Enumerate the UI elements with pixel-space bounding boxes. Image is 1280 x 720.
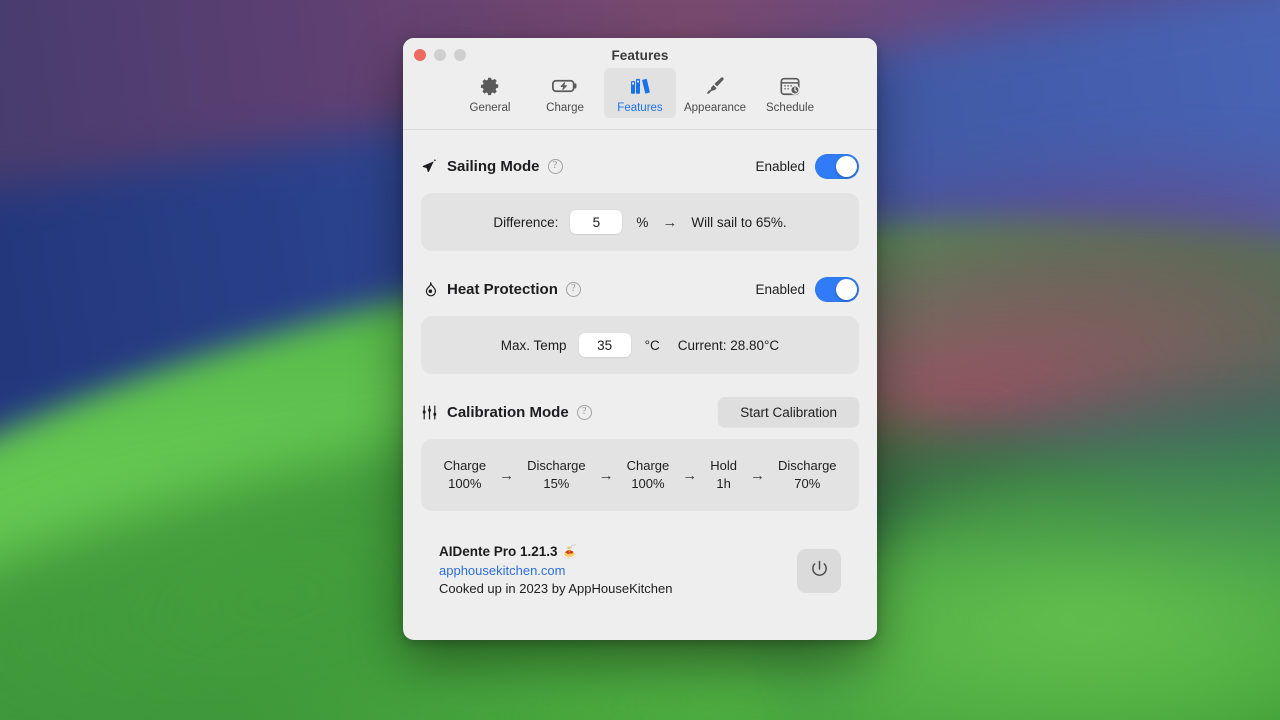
- heat-protection-panel: Max. Temp °C Current: 28.80°C: [421, 316, 859, 374]
- toggle-knob: [836, 156, 857, 177]
- app-version-line: AIDente Pro 1.21.3 🍝: [439, 543, 672, 562]
- wallpaper-green-right: [820, 430, 1280, 720]
- credit-line: Cooked up in 2023 by AppHouseKitchen: [439, 580, 672, 599]
- max-temp-label: Max. Temp: [501, 338, 567, 353]
- app-name-version: AIDente Pro 1.21.3: [439, 544, 558, 559]
- toolbar-divider: [403, 129, 877, 130]
- settings-toolbar: General Charge: [403, 68, 877, 118]
- pasta-emoji-icon: 🍝: [561, 544, 577, 559]
- percent-unit: %: [636, 215, 648, 230]
- arrow-icon: →: [662, 214, 677, 231]
- tab-label: Features: [617, 102, 662, 114]
- sailing-mode-toggle[interactable]: [815, 154, 859, 179]
- step-action: Discharge: [527, 458, 586, 473]
- calibration-step: Hold 1h: [710, 457, 737, 493]
- heat-protection-title: Heat Protection: [447, 281, 558, 298]
- calibration-step: Discharge 15%: [527, 457, 586, 493]
- calibration-mode-title: Calibration Mode: [447, 404, 569, 421]
- website-link[interactable]: apphousekitchen.com: [439, 562, 672, 581]
- about-footer: AIDente Pro 1.21.3 🍝 apphousekitchen.com…: [421, 535, 859, 615]
- help-icon[interactable]: ?: [577, 405, 592, 420]
- sailing-enabled-label: Enabled: [755, 159, 805, 174]
- aldente-settings-window: Features General: [403, 38, 877, 640]
- heat-enabled-label: Enabled: [755, 282, 805, 297]
- current-temp-text: Current: 28.80°C: [678, 338, 779, 353]
- tab-features[interactable]: Features: [604, 68, 676, 118]
- sailing-mode-title: Sailing Mode: [447, 158, 540, 175]
- tab-label: Charge: [546, 102, 584, 114]
- battery-charging-icon: [552, 73, 578, 99]
- step-action: Hold: [710, 458, 737, 473]
- arrow-icon: →: [750, 467, 765, 484]
- calibration-step: Discharge 70%: [778, 457, 837, 493]
- calibration-step: Charge 100%: [443, 457, 486, 493]
- difference-input[interactable]: [570, 210, 622, 234]
- sliders-icon: [421, 404, 443, 421]
- calibration-mode-header: Calibration Mode ? Start Calibration: [421, 398, 859, 426]
- toggle-knob: [836, 279, 857, 300]
- gear-icon: [479, 73, 501, 99]
- window-titlebar: Features General: [403, 38, 877, 130]
- tab-schedule[interactable]: Schedule: [754, 68, 826, 118]
- sailing-mode-controls: Enabled: [755, 154, 859, 179]
- step-value: 100%: [443, 475, 486, 493]
- help-icon[interactable]: ?: [548, 159, 563, 174]
- calendar-clock-icon: [779, 73, 801, 99]
- tab-label: Appearance: [684, 102, 746, 114]
- sailing-result-text: Will sail to 65%.: [691, 215, 786, 230]
- flame-icon: [421, 281, 443, 298]
- heat-protection-toggle[interactable]: [815, 277, 859, 302]
- step-action: Discharge: [778, 458, 837, 473]
- step-value: 70%: [778, 475, 837, 493]
- step-value: 1h: [710, 475, 737, 493]
- tab-appearance[interactable]: Appearance: [679, 68, 751, 118]
- arrow-icon: →: [682, 467, 697, 484]
- window-title: Features: [403, 48, 877, 63]
- arrow-icon: →: [499, 467, 514, 484]
- heat-protection-header: Heat Protection ? Enabled: [421, 275, 859, 303]
- step-action: Charge: [627, 458, 670, 473]
- calibration-steps-panel: Charge 100% → Discharge 15% → Charge 100…: [421, 439, 859, 511]
- quit-button[interactable]: [797, 549, 841, 593]
- step-action: Charge: [443, 458, 486, 473]
- difference-label: Difference:: [493, 215, 558, 230]
- max-temp-input[interactable]: [579, 333, 631, 357]
- calibration-step: Charge 100%: [627, 457, 670, 493]
- sailing-mode-panel: Difference: % → Will sail to 65%.: [421, 193, 859, 251]
- arrow-icon: →: [599, 467, 614, 484]
- paintbrush-icon: [704, 73, 726, 99]
- start-calibration-button[interactable]: Start Calibration: [718, 397, 859, 427]
- sailing-mode-header: Sailing Mode ? Enabled: [421, 152, 859, 180]
- step-value: 15%: [527, 475, 586, 493]
- power-icon: [809, 559, 830, 583]
- calibration-controls: Start Calibration: [718, 397, 859, 427]
- step-value: 100%: [627, 475, 670, 493]
- heat-protection-controls: Enabled: [755, 277, 859, 302]
- tab-label: General: [470, 102, 511, 114]
- tab-general[interactable]: General: [454, 68, 526, 118]
- help-icon[interactable]: ?: [566, 282, 581, 297]
- tab-charge[interactable]: Charge: [529, 68, 601, 118]
- calibration-step-list: Charge 100% → Discharge 15% → Charge 100…: [443, 457, 836, 493]
- paper-plane-icon: [421, 158, 443, 175]
- books-icon: [629, 73, 651, 99]
- tab-label: Schedule: [766, 102, 814, 114]
- features-content: Sailing Mode ? Enabled Difference: % → W…: [403, 130, 877, 640]
- about-text-block: AIDente Pro 1.21.3 🍝 apphousekitchen.com…: [439, 543, 672, 599]
- desktop-background: Features General: [0, 0, 1280, 720]
- temp-unit: °C: [645, 338, 660, 353]
